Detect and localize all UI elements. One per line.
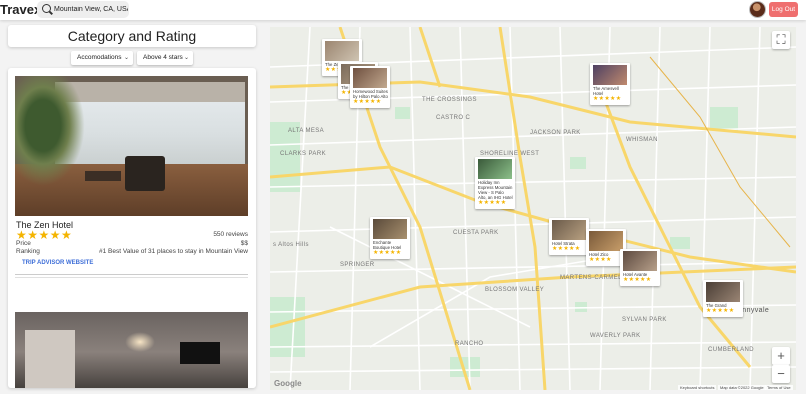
map-label: RANCHO — [455, 341, 484, 347]
search-icon — [42, 4, 51, 13]
map-label: ALTA MESA — [288, 128, 325, 134]
trip-advisor-link[interactable]: TRIP ADVISOR — [22, 260, 64, 266]
map-pin[interactable]: Hotel Strata ★★★★★ — [549, 218, 589, 255]
logout-button[interactable]: Log Out — [769, 2, 798, 17]
map-pin[interactable]: Homewood Suites by Hilton Palo Alto ★★★★… — [350, 66, 390, 108]
map-label: CLARKS PARK — [280, 151, 326, 157]
rating-select[interactable]: Above 4 stars ⌄ — [137, 51, 193, 65]
fullscreen-button[interactable]: ⛶ — [772, 31, 790, 49]
type-select[interactable]: Accomodations ⌄ — [71, 51, 133, 65]
ranking-label: Ranking — [16, 248, 40, 255]
map-pin[interactable]: The Amesvell Hotel ★★★★★ — [590, 63, 630, 105]
ranking-value: #1 Best Value of 31 places to stay in Mo… — [99, 248, 248, 255]
map-label: s Altos Hills — [273, 242, 309, 248]
website-link[interactable]: WEBSITE — [66, 260, 93, 266]
price-label: Price — [16, 240, 31, 247]
chevron-down-icon: ⌄ — [123, 55, 129, 61]
map-pin[interactable]: Enchante Boutique Hotel ★★★★★ — [370, 217, 410, 259]
divider — [15, 277, 248, 278]
divider — [15, 274, 248, 275]
chevron-down-icon: ⌄ — [183, 55, 189, 61]
type-select-value: Accomodations — [77, 54, 122, 61]
top-bar: Travex Log Out — [0, 0, 806, 20]
map-label: CUMBERLAND — [708, 347, 755, 353]
map-label: BLOSSOM VALLEY — [485, 287, 545, 293]
hotel-photo — [15, 76, 248, 216]
avatar[interactable] — [749, 1, 766, 18]
rating-select-value: Above 4 stars — [143, 54, 183, 61]
map-pin[interactable]: The Grand ★★★★★ — [703, 280, 743, 317]
zoom-out-button[interactable]: − — [772, 365, 790, 383]
price-value: $$ — [240, 240, 248, 247]
map-label: WAVERLY PARK — [590, 333, 641, 339]
map-label: CASTRO C — [436, 115, 471, 121]
hotel-photo — [15, 312, 248, 388]
google-logo: Google — [274, 379, 302, 388]
map-label: SYLVAN PARK — [622, 317, 667, 323]
map-label: SPRINGER — [340, 262, 375, 268]
map-label: CUESTA PARK — [453, 230, 499, 236]
map[interactable]: ALTA MESA THE CROSSINGS CASTRO C JACKSON… — [270, 27, 796, 390]
map-label: JACKSON PARK — [530, 130, 581, 136]
terms-link[interactable]: Terms of Use — [765, 385, 793, 390]
map-pin[interactable]: Hotel Avante ★★★★★ — [620, 249, 660, 286]
zoom-in-button[interactable]: + — [772, 347, 790, 365]
page-title: Category and Rating — [67, 28, 197, 44]
hotel-list[interactable]: The Zen Hotel ★★★★★ 550 reviews Price $$… — [8, 68, 256, 388]
map-label: WHISMAN — [626, 137, 658, 143]
map-label: THE CROSSINGS — [422, 97, 477, 103]
brand-logo[interactable]: Travex — [0, 2, 41, 17]
search-box[interactable] — [37, 1, 129, 18]
keyboard-shortcuts-link[interactable]: Keyboard shortcuts — [678, 385, 717, 390]
review-count: 550 reviews — [213, 231, 248, 238]
search-input[interactable] — [54, 3, 128, 16]
map-data-attribution: Map data ©2022 Google — [718, 385, 766, 390]
category-card: Category and Rating — [8, 25, 256, 47]
map-pin[interactable]: Holiday Inn Express Mountain View - S Pa… — [475, 157, 515, 209]
